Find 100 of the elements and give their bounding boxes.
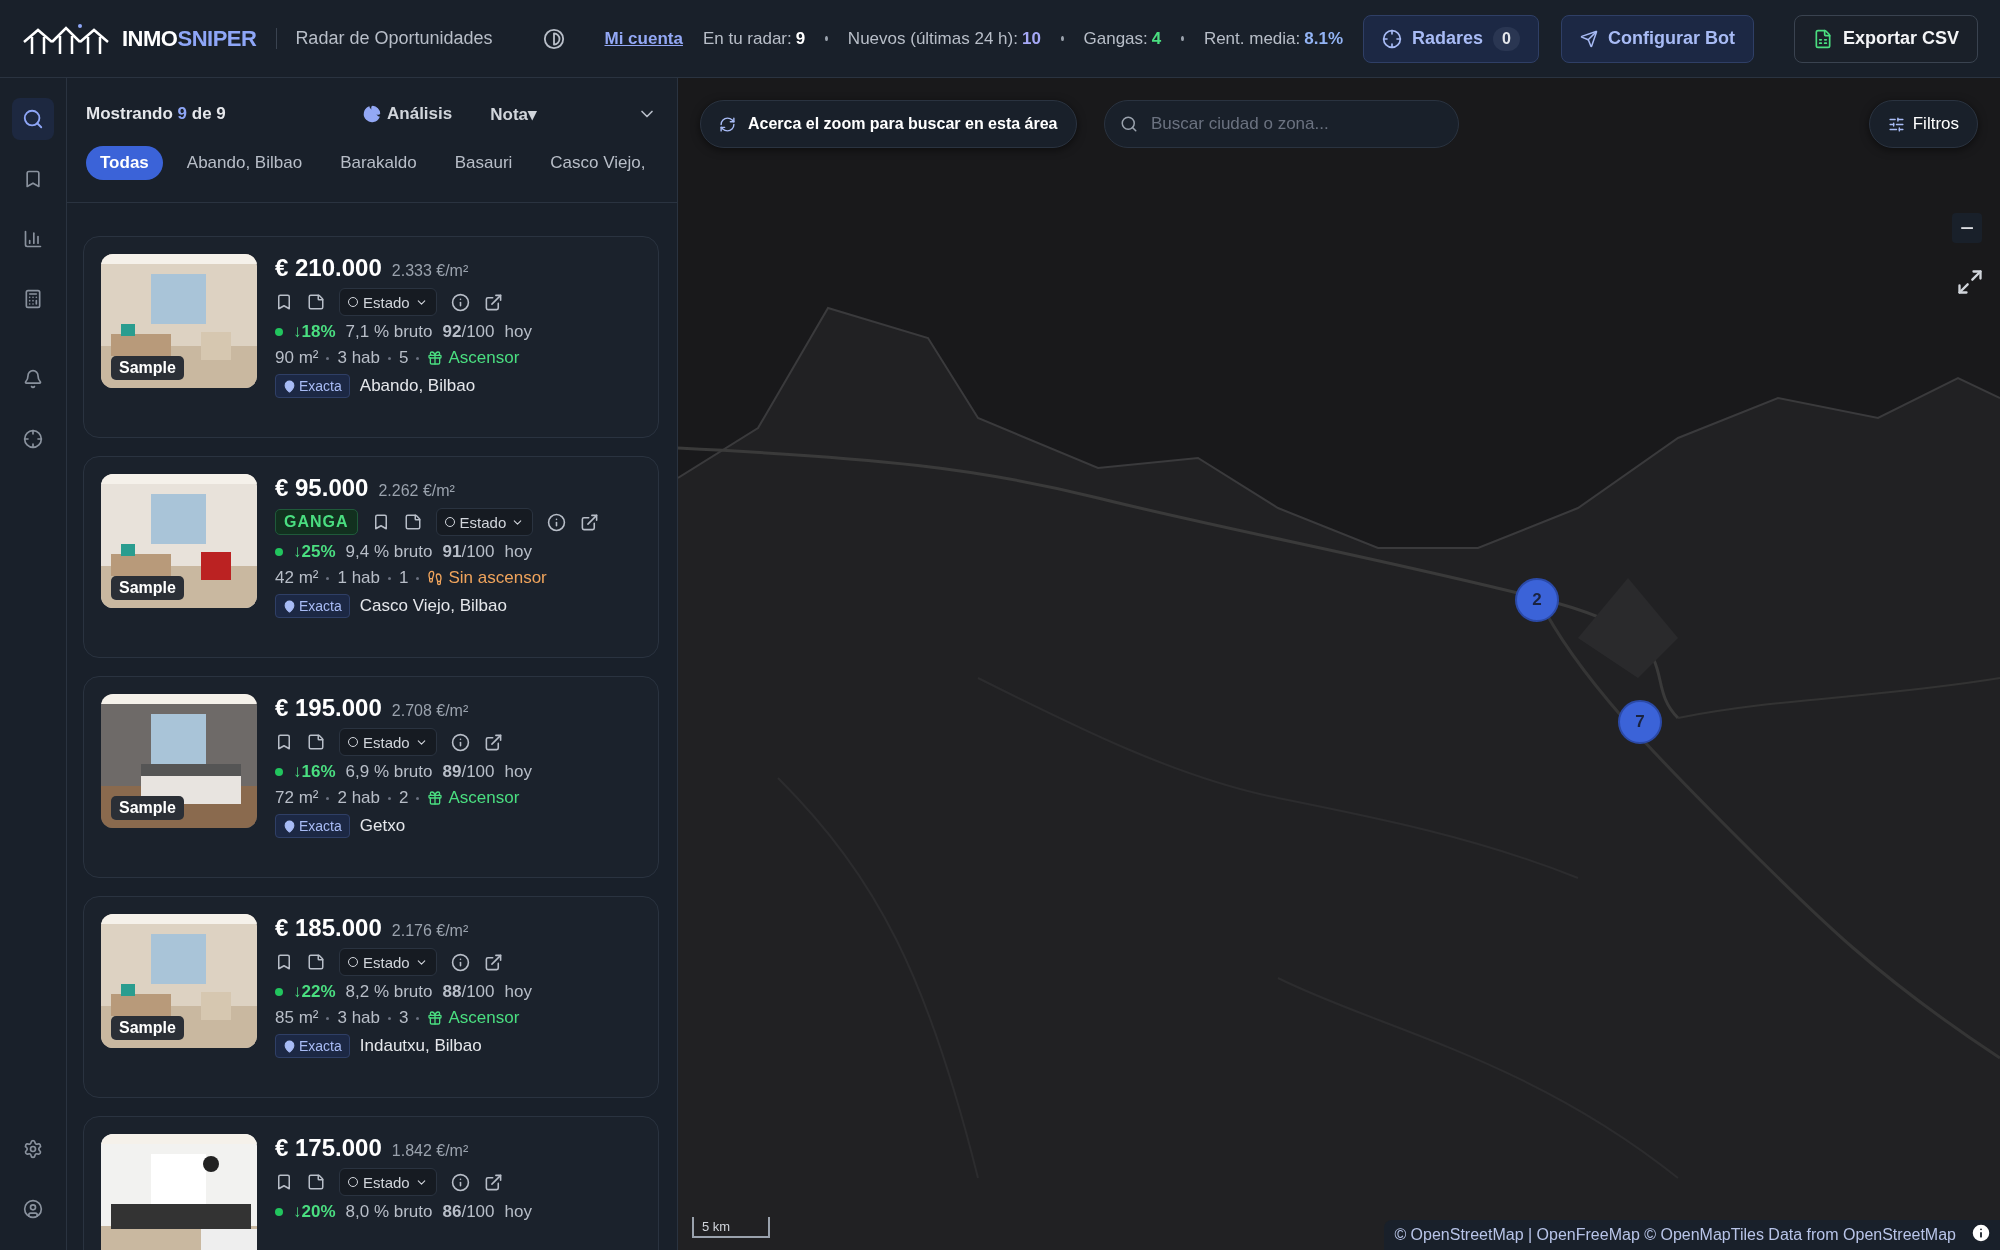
external-link-icon[interactable]	[483, 1172, 503, 1192]
listing-price: € 210.000	[275, 254, 382, 282]
precision-badge: Exacta	[275, 374, 350, 398]
area: 42 m²	[275, 568, 319, 588]
price-per-m2: 2.333 €/m²	[391, 262, 469, 280]
area: 85 m²	[275, 1008, 319, 1028]
price-drop: ↓18%	[293, 322, 336, 342]
filter-chip[interactable]: Barakaldo	[326, 146, 431, 180]
sample-tag: Sample	[111, 576, 184, 600]
info-icon[interactable]	[1970, 1222, 1992, 1244]
note-icon[interactable]	[307, 1173, 325, 1191]
listing-card[interactable]: Sample € 210.000 2.333 €/m² Estado ↓18% 7,1 % bruto 92/100 hoy 90 m² 3 hab 5 Ascensor Exacta Abando, Bilbao	[83, 236, 659, 438]
gross-yield: 9,4 % bruto	[345, 542, 433, 562]
listing-date: hoy	[504, 1202, 532, 1222]
listing-card[interactable]: € 175.000 1.842 €/m² Estado ↓20% 8,0 % bruto 86/100 hoy	[83, 1116, 659, 1250]
external-link-icon[interactable]	[483, 292, 503, 312]
listing-card[interactable]: Sample € 95.000 2.262 €/m² GANGA Estado ↓25% 9,4 % bruto 91/100 hoy 42 m² 1 hab 1 Sin ascensor Exacta Casco Viejo, Bilbao	[83, 456, 659, 658]
sort-button[interactable]: Nota▾	[490, 103, 537, 125]
map-search-field[interactable]: Buscar ciudad o zona...	[1104, 100, 1459, 148]
rooms: 3 hab	[337, 1008, 380, 1028]
listing-date: hoy	[504, 982, 532, 1002]
info-icon[interactable]	[450, 292, 470, 312]
sample-tag: Sample	[111, 1016, 184, 1040]
status-dot	[275, 548, 283, 556]
rooms: 1 hab	[337, 568, 380, 588]
listing-date: hoy	[504, 762, 532, 782]
price-drop: ↓20%	[293, 1202, 336, 1222]
configure-bot-button[interactable]: Configurar Bot	[1560, 14, 1754, 63]
radars-button[interactable]: Radares 0	[1363, 14, 1539, 63]
listing-card[interactable]: Sample € 185.000 2.176 €/m² Estado ↓22% 8,2 % bruto 88/100 hoy 85 m² 3 hab 3 Ascensor Exacta Indautxu, Bilbao	[83, 896, 659, 1098]
status-dropdown[interactable]: Estado	[435, 508, 534, 536]
info-icon[interactable]	[450, 952, 470, 972]
status-dropdown[interactable]: Estado	[339, 948, 437, 976]
rooms: 3 hab	[337, 348, 380, 368]
listing-card[interactable]: Sample € 195.000 2.708 €/m² Estado ↓16% 6,9 % bruto 89/100 hoy 72 m² 2 hab 2 Ascensor Exacta Getxo	[83, 676, 659, 878]
map-scale: 5 km	[692, 1217, 770, 1238]
paper-plane-icon	[1579, 29, 1598, 48]
elevator-label: Ascensor	[427, 788, 520, 808]
sample-tag: Sample	[111, 356, 184, 380]
gross-yield: 8,0 % bruto	[345, 1202, 433, 1222]
pie-chart-icon	[363, 105, 381, 123]
results-count: Mostrando 9 de 9	[86, 104, 226, 124]
listing-location: Getxo	[359, 816, 406, 836]
status-dot	[275, 328, 283, 336]
elevator-label: Ascensor	[427, 348, 520, 368]
analysis-button[interactable]: Análisis	[363, 104, 453, 124]
filters-button[interactable]: Filtros	[1868, 100, 1978, 148]
sliders-icon	[1887, 115, 1905, 133]
pin-icon	[283, 379, 296, 393]
external-link-icon[interactable]	[580, 512, 600, 532]
elevator-label: Ascensor	[427, 1008, 520, 1028]
precision-badge: Exacta	[275, 1034, 350, 1058]
status-dropdown[interactable]: Estado	[339, 728, 437, 756]
status-dot	[275, 768, 283, 776]
external-link-icon[interactable]	[483, 732, 503, 752]
note-icon[interactable]	[403, 513, 422, 531]
search-area-button[interactable]: Acerca el zoom para buscar en esta área	[700, 100, 1077, 148]
area: 90 m²	[275, 348, 319, 368]
note-icon[interactable]	[307, 293, 325, 311]
info-icon[interactable]	[450, 732, 470, 752]
bookmark-icon[interactable]	[275, 293, 293, 311]
score: 89/100	[442, 762, 495, 782]
filter-chip[interactable]: Todas	[86, 146, 163, 180]
fullscreen-icon[interactable]	[1956, 268, 1984, 296]
bookmark-icon[interactable]	[275, 953, 293, 971]
listing-price: € 195.000	[275, 694, 382, 722]
info-icon[interactable]	[547, 512, 567, 532]
score: 91/100	[442, 542, 495, 562]
listing-date: hoy	[504, 542, 532, 562]
zoom-out-button[interactable]: −	[1952, 213, 1982, 243]
search-icon[interactable]	[12, 98, 54, 140]
filter-chip[interactable]: Abando, Bilbao	[172, 146, 317, 180]
floor: 3	[399, 1008, 409, 1028]
bookmark-icon[interactable]	[275, 733, 293, 751]
account-link[interactable]: Mi cuenta	[604, 28, 683, 49]
price-per-m2: 2.176 €/m²	[391, 922, 469, 940]
app-subtitle: Radar de Oportunidades	[276, 28, 493, 49]
listing-price: € 185.000	[275, 914, 382, 942]
status-dropdown[interactable]: Estado	[339, 1168, 437, 1196]
area: 72 m²	[275, 788, 319, 808]
theme-toggle-icon[interactable]	[542, 27, 565, 50]
gross-yield: 8,2 % bruto	[345, 982, 433, 1002]
status-dropdown[interactable]: Estado	[339, 288, 437, 316]
note-icon[interactable]	[307, 953, 325, 971]
deal-badge: GANGA	[275, 509, 358, 535]
filter-chip[interactable]: Basauri	[440, 146, 527, 180]
score: 86/100	[442, 1202, 495, 1222]
filter-chip[interactable]: Casco Viejo,	[536, 146, 657, 180]
status-dot	[275, 1208, 283, 1216]
bookmark-icon[interactable]	[275, 1173, 293, 1191]
note-icon[interactable]	[307, 733, 325, 751]
header-stat: En tu radar: 9	[702, 28, 806, 49]
precision-badge: Exacta	[275, 814, 350, 838]
external-link-icon[interactable]	[483, 952, 503, 972]
floor: 2	[399, 788, 409, 808]
info-icon[interactable]	[450, 1172, 470, 1192]
price-per-m2: 2.262 €/m²	[378, 482, 455, 500]
logo-icon	[22, 21, 110, 56]
gross-yield: 6,9 % bruto	[345, 762, 433, 782]
export-csv-button[interactable]: Exportar CSV	[1793, 14, 1978, 63]
